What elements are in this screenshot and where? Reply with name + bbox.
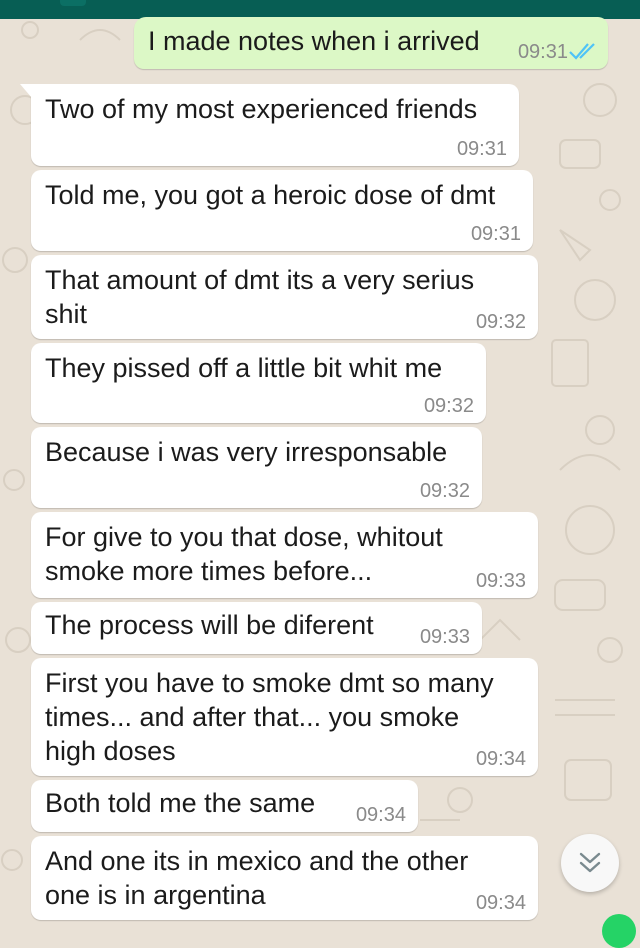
bubble-tail: [20, 84, 32, 98]
double-chevron-down-icon: [579, 852, 601, 873]
outgoing-message-bubble[interactable]: I made notes when i arrived 09:31: [134, 17, 608, 69]
message-text: That amount of dmt its a very serius shi…: [45, 265, 475, 329]
message-time: 09:33: [419, 626, 470, 648]
message-bubble[interactable]: Two of my most experienced friends 09:31: [20, 84, 519, 166]
message-bubble[interactable]: That amount of dmt its a very serius shi…: [31, 255, 538, 339]
double-check-read-icon: [569, 43, 595, 60]
message-time: 09:32: [419, 480, 470, 502]
message-text: Because i was very irresponsable: [45, 437, 448, 467]
message-bubble[interactable]: First you have to smoke dmt so many time…: [31, 658, 538, 776]
message-text: Both told me the same: [45, 788, 316, 818]
message-text: Two of my most experienced friends: [45, 94, 478, 124]
message-time: 09:32: [475, 311, 526, 333]
message-text: They pissed off a little bit whit me: [45, 353, 443, 383]
message-text: And one its in mexico and the other one …: [45, 846, 469, 910]
message-bubble[interactable]: Because i was very irresponsable 09:32: [31, 427, 482, 508]
message-bubble[interactable]: The process will be diferent 09:33: [31, 602, 482, 654]
message-text: Told me, you got a heroic dose of dmt: [45, 180, 496, 210]
message-bubble[interactable]: For give to you that dose, whitout smoke…: [31, 512, 538, 598]
message-text: The process will be diferent: [45, 610, 374, 640]
scroll-to-bottom-button[interactable]: [561, 834, 619, 892]
message-time: 09:34: [475, 748, 526, 770]
message-text: First you have to smoke dmt so many time…: [45, 668, 494, 766]
message-bubble[interactable]: They pissed off a little bit whit me 09:…: [31, 343, 486, 423]
message-time: 09:32: [423, 395, 474, 417]
message-time: 09:31: [470, 223, 521, 245]
message-time: 09:34: [475, 892, 526, 914]
message-time: 09:31: [517, 41, 568, 63]
message-time: 09:31: [456, 138, 507, 160]
message-time: 09:33: [475, 570, 526, 592]
compose-fab-edge[interactable]: [602, 914, 636, 948]
message-bubble[interactable]: Both told me the same 09:34: [31, 780, 418, 832]
message-bubble[interactable]: And one its in mexico and the other one …: [31, 836, 538, 920]
message-text: For give to you that dose, whitout smoke…: [45, 522, 443, 586]
message-bubble[interactable]: Told me, you got a heroic dose of dmt 09…: [31, 170, 533, 251]
message-time: 09:34: [355, 804, 406, 826]
